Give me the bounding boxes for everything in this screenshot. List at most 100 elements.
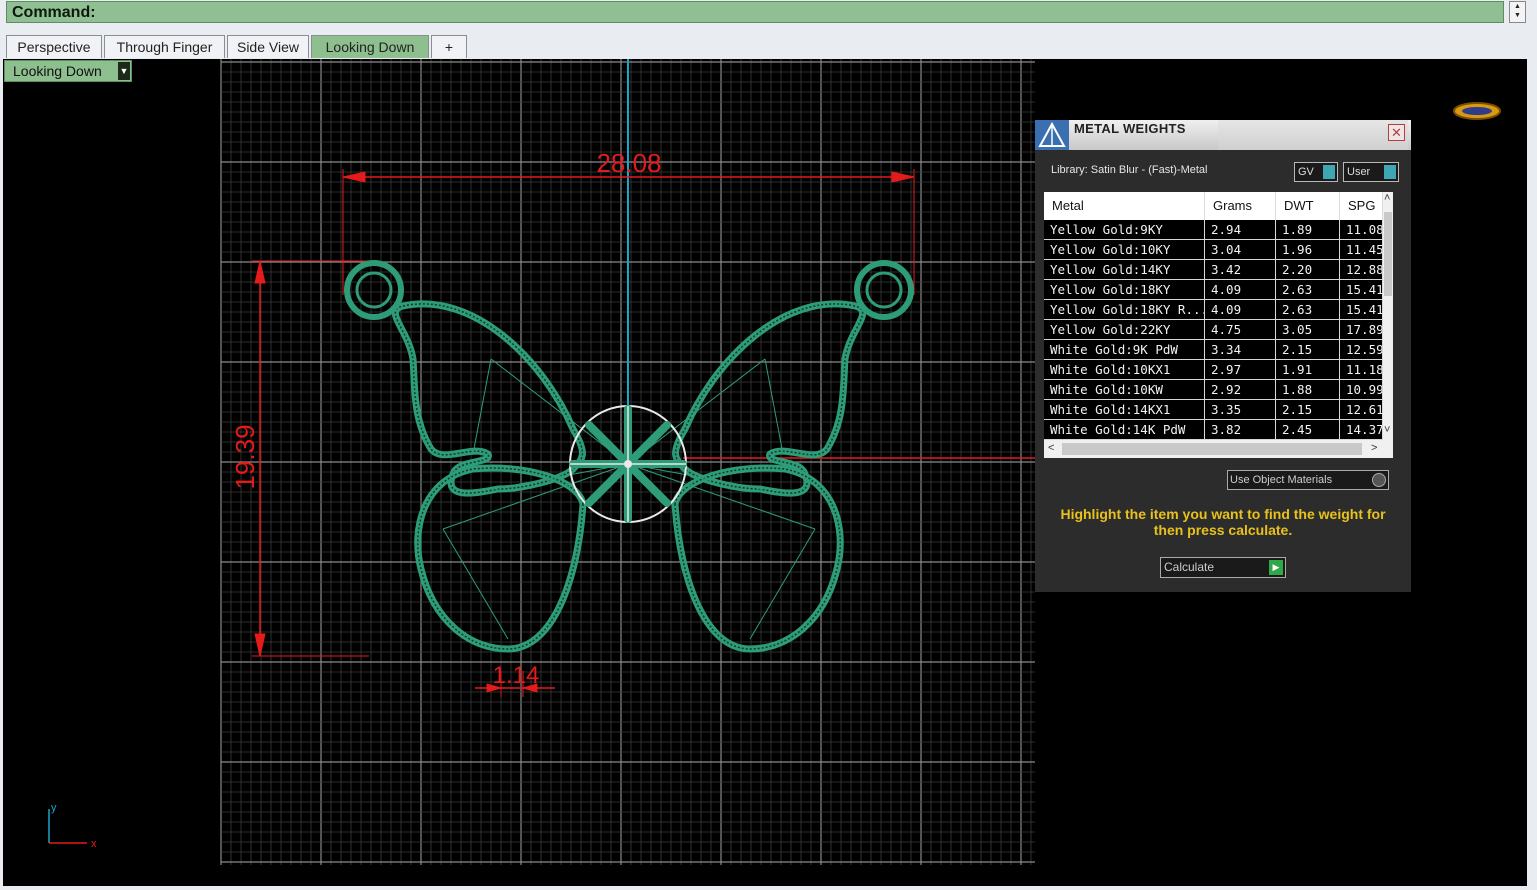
table-cell: 3.42	[1205, 260, 1276, 280]
tab-perspective[interactable]: Perspective	[6, 35, 102, 58]
table-cell: 2.15	[1276, 340, 1340, 360]
command-line[interactable]: Command:	[6, 1, 1504, 23]
table-cell: 3.82	[1205, 420, 1276, 440]
add-tab-button[interactable]: +	[431, 35, 467, 58]
table-cell: Yellow Gold:22KY	[1044, 320, 1205, 340]
toggle-label: GV	[1298, 166, 1314, 178]
horizontal-scrollbar[interactable]: < >	[1044, 440, 1393, 458]
table-cell: 15.41	[1340, 280, 1383, 300]
table-cell: 4.09	[1205, 280, 1276, 300]
table-cell: 4.09	[1205, 300, 1276, 320]
table-cell: 3.34	[1205, 340, 1276, 360]
x-axis-label: x	[91, 838, 97, 850]
table-row[interactable]: White Gold:10KX1 2.97 1.91 11.18	[1044, 360, 1393, 380]
table-cell: 2.45	[1276, 420, 1340, 440]
table-row[interactable]: White Gold:9K PdW 3.34 2.15 12.59	[1044, 340, 1393, 360]
gv-toggle[interactable]: GV	[1294, 162, 1338, 182]
table-cell: 17.89	[1340, 320, 1383, 340]
chevron-down-icon[interactable]: ▼	[118, 62, 130, 80]
command-bar: Command: ▲ ▼	[0, 0, 1537, 26]
table-cell: 2.92	[1205, 380, 1276, 400]
column-header[interactable]: SPG	[1340, 192, 1383, 220]
table-cell: 11.18	[1340, 360, 1383, 380]
table-cell: 14.37	[1340, 420, 1383, 440]
table-cell: 1.89	[1276, 220, 1340, 240]
scroll-left-icon[interactable]: <	[1048, 442, 1054, 454]
metal-table[interactable]: Metal Grams DWT SPG Yellow Gold:9KY 2.94 1…	[1044, 192, 1393, 458]
user-toggle[interactable]: User	[1343, 162, 1399, 182]
tab-label: Perspective	[17, 39, 91, 55]
tab-side-view[interactable]: Side View	[227, 35, 309, 58]
table-header: Metal Grams DWT SPG	[1044, 192, 1393, 220]
viewport-name: Looking Down	[13, 63, 102, 79]
instruction-text: Highlight the item you want to find the …	[1060, 506, 1386, 538]
use-object-materials-toggle[interactable]: Use Object Materials	[1227, 470, 1389, 490]
table-cell: 12.61	[1340, 400, 1383, 420]
table-cell: Yellow Gold:14KY	[1044, 260, 1205, 280]
tab-label: Looking Down	[325, 39, 415, 55]
table-cell: 11.45	[1340, 240, 1383, 260]
close-button[interactable]: ✕	[1388, 124, 1405, 141]
table-row[interactable]: Yellow Gold:18KY 4.09 2.63 15.41	[1044, 280, 1393, 300]
table-cell: 4.75	[1205, 320, 1276, 340]
scroll-right-icon[interactable]: >	[1371, 442, 1377, 454]
table-cell: 1.96	[1276, 240, 1340, 260]
table-row[interactable]: White Gold:14KX1 3.35 2.15 12.61	[1044, 400, 1393, 420]
table-row[interactable]: Yellow Gold:14KY 3.42 2.20 12.88	[1044, 260, 1393, 280]
table-cell: 2.97	[1205, 360, 1276, 380]
table-cell: 1.88	[1276, 380, 1340, 400]
library-label: Library: Satin Blur - (Fast)-Metal	[1051, 164, 1208, 176]
navigation-cube-icon	[1453, 102, 1501, 120]
radio-icon	[1372, 473, 1386, 487]
vertical-scrollbar[interactable]: ˄ ˅	[1383, 192, 1393, 440]
column-header[interactable]: DWT	[1276, 192, 1340, 220]
tab-label: Side View	[236, 39, 299, 55]
table-row[interactable]: White Gold:14K PdW 3.82 2.45 14.37	[1044, 420, 1393, 440]
table-cell: 1.91	[1276, 360, 1340, 380]
panel-title: METAL WEIGHTS	[1074, 121, 1186, 136]
viewport-tabs: Perspective Through Finger Side View Loo…	[0, 31, 1528, 59]
use-object-materials-label: Use Object Materials	[1230, 474, 1333, 486]
tab-through-finger[interactable]: Through Finger	[104, 35, 225, 58]
scroll-down-icon[interactable]: ˅	[1384, 424, 1390, 436]
table-cell: Yellow Gold:18KY	[1044, 280, 1205, 300]
table-row[interactable]: Yellow Gold:10KY 3.04 1.96 11.45	[1044, 240, 1393, 260]
table-row[interactable]: White Gold:10KW 2.92 1.88 10.99	[1044, 380, 1393, 400]
titlebar-shade	[1218, 120, 1408, 150]
column-header[interactable]: Metal	[1044, 192, 1205, 220]
table-cell: 3.35	[1205, 400, 1276, 420]
table-cell: White Gold:10KX1	[1044, 360, 1205, 380]
panel-titlebar[interactable]: METAL WEIGHTS ✕	[1035, 120, 1411, 150]
table-cell: White Gold:14KX1	[1044, 400, 1205, 420]
table-cell: 2.94	[1205, 220, 1276, 240]
scale-icon	[1035, 120, 1069, 150]
table-cell: 3.05	[1276, 320, 1340, 340]
command-history-scroll[interactable]: ▲ ▼	[1509, 1, 1526, 23]
scroll-up-icon[interactable]: ˄	[1384, 192, 1390, 204]
table-cell: Yellow Gold:18KY R...	[1044, 300, 1205, 320]
height-dimension	[252, 260, 373, 657]
table-cell: Yellow Gold:9KY	[1044, 220, 1205, 240]
table-cell: White Gold:10KW	[1044, 380, 1205, 400]
table-cell: 2.20	[1276, 260, 1340, 280]
scroll-thumb[interactable]	[1384, 212, 1392, 296]
table-row[interactable]: Yellow Gold:18KY R... 4.09 2.63 15.41	[1044, 300, 1393, 320]
table-row[interactable]: Yellow Gold:22KY 4.75 3.05 17.89	[1044, 320, 1393, 340]
command-label: Command:	[12, 4, 96, 21]
column-header[interactable]: Grams	[1205, 192, 1276, 220]
plus-icon: +	[444, 39, 454, 55]
height-dimension-label: 19.39	[230, 424, 260, 489]
table-row[interactable]: Yellow Gold:9KY 2.94 1.89 11.08	[1044, 220, 1393, 240]
tab-looking-down[interactable]: Looking Down	[311, 35, 429, 58]
tab-label: Through Finger	[116, 39, 213, 55]
width-dimension-label: 28.08	[596, 148, 661, 178]
table-cell: 2.63	[1276, 280, 1340, 300]
viewport-name-dropdown[interactable]: Looking Down ▼	[4, 60, 132, 82]
axis-indicator	[48, 809, 87, 844]
metal-weights-panel: METAL WEIGHTS ✕ Library: Satin Blur - (F…	[1035, 120, 1411, 592]
play-icon: ▶	[1269, 560, 1283, 575]
scroll-thumb[interactable]	[1062, 443, 1362, 455]
y-axis-label: y	[51, 802, 57, 814]
table-cell: 2.15	[1276, 400, 1340, 420]
calculate-button[interactable]: Calculate ▶	[1160, 557, 1286, 578]
